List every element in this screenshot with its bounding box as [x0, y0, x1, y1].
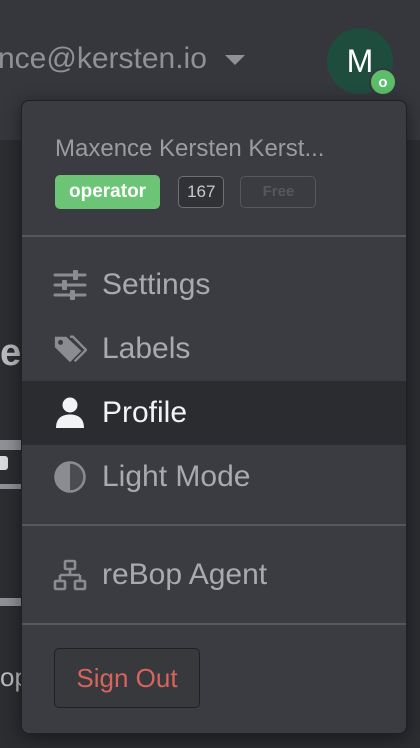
- user-icon: [53, 396, 87, 430]
- background-bar: [0, 456, 8, 470]
- menu-item-label: reBop Agent: [102, 558, 268, 591]
- count-badge: 167: [178, 176, 225, 208]
- account-email: nce@kersten.io: [0, 42, 207, 75]
- tags-icon: [53, 332, 87, 366]
- user-name: Maxence Kersten Kerst...: [55, 135, 325, 162]
- menu-item-label: Profile: [102, 396, 188, 429]
- menu-item-light-mode[interactable]: Light Mode: [22, 445, 406, 509]
- half-circle-icon: [53, 460, 87, 494]
- menu-item-profile[interactable]: Profile: [22, 381, 406, 445]
- user-dropdown-menu: Maxence Kersten Kerst... operator 167 Fr…: [21, 100, 407, 734]
- menu-item-label: Light Mode: [102, 460, 251, 493]
- menu-divider: [22, 524, 406, 526]
- background-bar: [0, 598, 22, 606]
- background-heading-fragment: e: [0, 332, 22, 374]
- avatar-status-badge: o: [369, 68, 397, 96]
- menu-item-settings[interactable]: Settings: [22, 253, 406, 317]
- avatar-initial: M: [346, 42, 374, 79]
- background-bar: [0, 484, 22, 489]
- menu-item-label: Labels: [102, 332, 191, 365]
- role-badge: operator: [55, 175, 161, 209]
- menu-item-label: Settings: [102, 268, 211, 301]
- chevron-down-icon: [224, 55, 245, 65]
- sliders-icon: [53, 268, 87, 302]
- page: nce@kersten.io M o e op Maxence Kersten …: [0, 0, 420, 748]
- menu-divider: [22, 235, 406, 237]
- menu-divider: [22, 623, 406, 625]
- network-icon: [53, 558, 87, 592]
- sign-out-button[interactable]: Sign Out: [54, 648, 200, 708]
- plan-badge: Free: [240, 176, 317, 208]
- background-bar: [0, 440, 22, 450]
- user-badges: operator 167 Free: [55, 175, 317, 209]
- account-switcher[interactable]: nce@kersten.io: [0, 42, 245, 76]
- menu-item-rebop-agent[interactable]: reBop Agent: [22, 543, 406, 607]
- menu-item-labels[interactable]: Labels: [22, 317, 406, 381]
